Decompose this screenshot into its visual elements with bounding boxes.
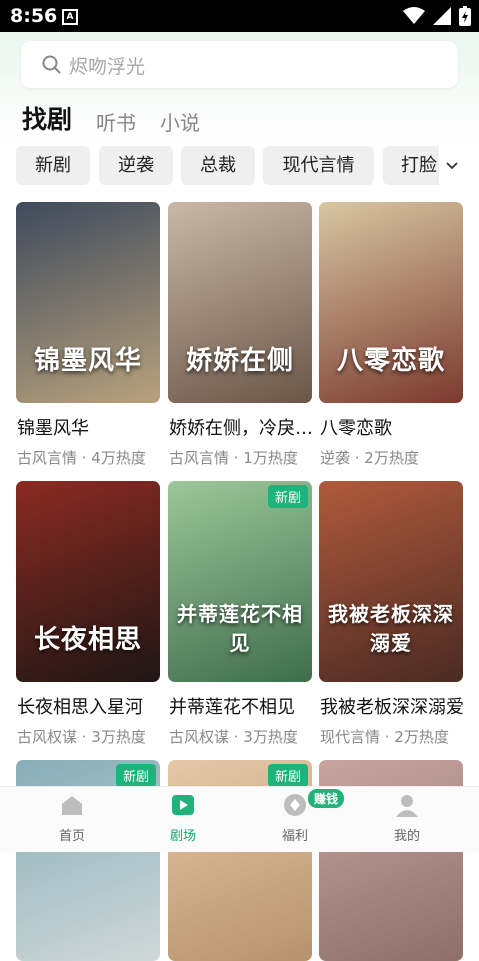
- nav-label: 首页: [58, 829, 85, 844]
- drama-title: 锦墨风华: [17, 418, 89, 439]
- drama-meta: 古风言情 · 1万热度: [169, 449, 298, 467]
- nav-label: 剧场: [169, 829, 196, 844]
- drama-poster[interactable]: 八零恋歌: [319, 202, 463, 403]
- new-badge: 新剧: [267, 764, 308, 787]
- chevron-down-icon[interactable]: [443, 157, 461, 175]
- poster-title: 八零恋歌: [336, 346, 445, 376]
- coin-icon: [284, 794, 306, 816]
- new-badge: 新剧: [267, 485, 308, 508]
- chip-face-slap[interactable]: 打脸: [383, 146, 439, 185]
- signal-icon: [433, 7, 451, 25]
- drama-title: 娇娇在侧，冷戾权臣也被撩动凡心: [169, 418, 319, 439]
- drama-meta: 逆袭 · 2万热度: [320, 449, 419, 467]
- chip-comeback[interactable]: 逆袭: [99, 146, 173, 185]
- tab-novels[interactable]: 小说: [160, 107, 200, 136]
- nav-theater[interactable]: 剧场: [135, 787, 231, 852]
- wifi-icon: [403, 7, 425, 24]
- status-time: 8:56: [10, 5, 58, 27]
- drama-meta: 古风言情 · 4万热度: [17, 449, 146, 467]
- search-icon: [42, 55, 61, 74]
- search-placeholder: 烬吻浮光: [69, 56, 146, 78]
- drama-title: 八零恋歌: [320, 418, 392, 439]
- earn-money-badge: 赚钱: [308, 789, 345, 808]
- poster-title: 娇娇在侧: [185, 346, 294, 376]
- search-bar[interactable]: 烬吻浮光: [21, 41, 458, 88]
- poster-title: 我被老板深深溺爱: [328, 602, 454, 655]
- home-icon: [62, 796, 82, 815]
- bottom-nav: 首页 剧场 福利 我的: [0, 786, 479, 852]
- theater-play-icon: [172, 795, 194, 815]
- drama-meta: 古风权谋 · 3万热度: [169, 728, 298, 746]
- chip-new-drama[interactable]: 新剧: [16, 146, 90, 185]
- drama-poster[interactable]: 并蒂莲花不相见 新剧: [168, 481, 312, 682]
- drama-poster[interactable]: 锦墨风华: [16, 202, 160, 403]
- user-icon: [396, 795, 418, 817]
- poster-title: 长夜相思: [33, 625, 142, 655]
- battery-icon: [459, 6, 471, 26]
- status-bar: 8:56 A: [0, 0, 479, 32]
- drama-meta: 古风权谋 · 3万热度: [17, 728, 146, 746]
- status-icons: [403, 6, 471, 26]
- nav-label: 福利: [281, 829, 308, 844]
- chip-modern-romance[interactable]: 现代言情: [263, 146, 374, 185]
- nav-mine[interactable]: 我的: [359, 787, 455, 852]
- new-badge: 新剧: [115, 764, 156, 787]
- drama-title: 我被老板深深溺爱: [320, 697, 464, 718]
- tab-audiobooks[interactable]: 听书: [96, 107, 136, 136]
- drama-title: 并蒂莲花不相见: [169, 697, 295, 718]
- drama-meta: 现代言情 · 2万热度: [320, 728, 449, 746]
- category-chips: 新剧 逆袭 总裁 现代言情 打脸: [16, 146, 439, 186]
- nav-label: 我的: [393, 829, 420, 844]
- tab-find-drama[interactable]: 找剧: [22, 100, 72, 136]
- drama-poster[interactable]: 长夜相思: [16, 481, 160, 682]
- drama-poster[interactable]: 我被老板深深溺爱: [319, 481, 463, 682]
- poster-title: 锦墨风华: [33, 346, 142, 376]
- drama-title: 长夜相思入星河: [17, 697, 143, 718]
- poster-title: 并蒂莲花不相见: [177, 602, 303, 655]
- notification-icon: A: [62, 9, 78, 25]
- chip-ceo[interactable]: 总裁: [181, 146, 255, 185]
- drama-poster[interactable]: 娇娇在侧: [168, 202, 312, 403]
- nav-home[interactable]: 首页: [24, 787, 120, 852]
